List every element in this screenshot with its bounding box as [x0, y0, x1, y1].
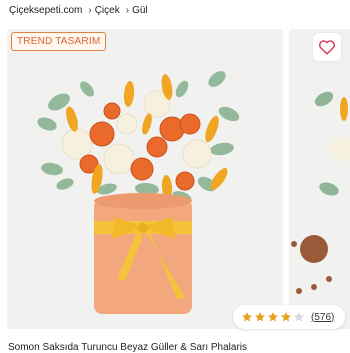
- rating-stars: [241, 311, 305, 323]
- product-image: [37, 71, 240, 314]
- next-product-card[interactable]: [289, 29, 350, 329]
- trend-badge: TREND TASARIM: [11, 32, 107, 51]
- star-filled-icon: [268, 312, 278, 322]
- heart-outline-icon: [319, 40, 335, 55]
- chevron-right-icon: ›: [125, 4, 130, 16]
- breadcrumb-item-cicek[interactable]: Çiçek: [95, 5, 120, 16]
- breadcrumb-item-gul[interactable]: Gül: [132, 5, 148, 16]
- product-title[interactable]: Somon Saksıda Turuncu Beyaz Güller & Sar…: [8, 342, 348, 353]
- favorite-button[interactable]: [313, 33, 341, 61]
- star-filled-icon: [255, 312, 265, 322]
- review-count-link[interactable]: (576): [311, 312, 334, 323]
- chevron-right-icon: ›: [88, 4, 92, 16]
- star-empty-icon: [294, 312, 304, 322]
- rating-pill[interactable]: (576): [233, 305, 345, 329]
- breadcrumb: Çiçeksepeti.com › Çiçek › Gül: [9, 3, 148, 17]
- star-filled-icon: [242, 312, 252, 322]
- product-image-card[interactable]: [7, 29, 283, 329]
- breadcrumb-item-home[interactable]: Çiçeksepeti.com: [9, 5, 82, 16]
- star-filled-icon: [281, 312, 291, 322]
- next-product-image: [291, 91, 350, 294]
